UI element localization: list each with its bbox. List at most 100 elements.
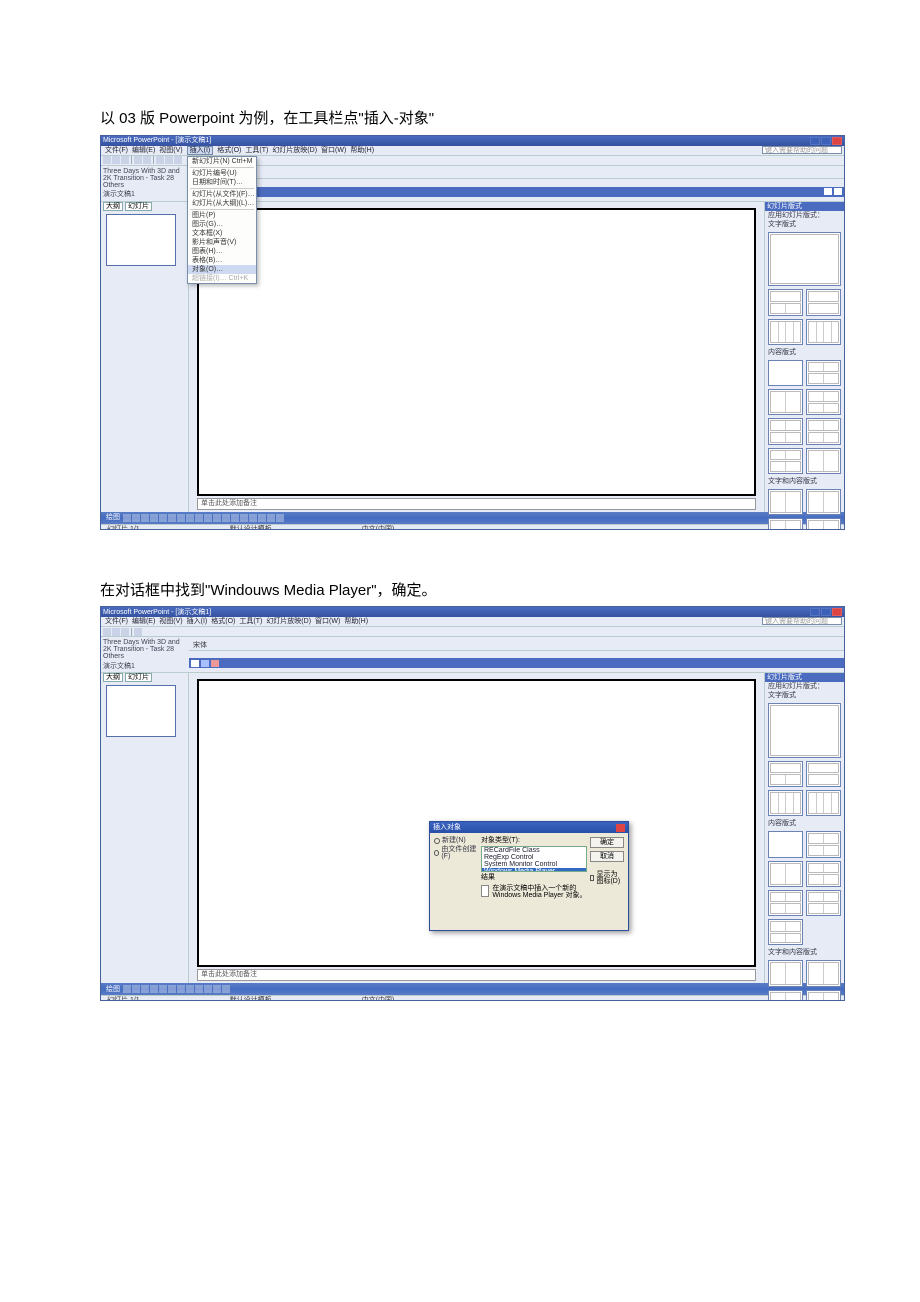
layout-title[interactable] [768,232,841,287]
tab-outline[interactable]: 大纲 [103,202,123,211]
ok-button[interactable]: 确定 [590,837,624,848]
slide-thumbnail-1[interactable] [106,214,176,266]
task-pane[interactable]: 幻灯片版式 应用幻灯片版式： 文字版式 内容版式 [764,673,844,983]
layout-c6[interactable] [768,448,803,474]
menu-insert[interactable]: 插入(I) [187,146,214,155]
menu-tools[interactable]: 工具(T) [245,147,268,154]
list-item-selected[interactable]: Windows Media Player [482,868,586,872]
copy-icon[interactable] [165,156,173,164]
format-toolbar-2[interactable]: 宋体 [189,641,844,651]
menu-bar[interactable]: 文件(F) 编辑(E) 视图(V) 插入(I) 格式(O) 工具(T) 幻灯片放… [101,617,844,627]
rect-icon[interactable] [150,985,158,993]
menu-help[interactable]: 帮助(H) [344,618,368,625]
linestyle-icon[interactable] [240,514,248,522]
layout-bullets[interactable] [806,289,841,315]
slide-canvas[interactable] [197,208,756,496]
layout-c4[interactable] [768,418,803,444]
preview-icon[interactable] [143,156,151,164]
dashstyle-icon[interactable] [249,514,257,522]
menu-view[interactable]: 视图(V) [159,618,182,625]
menu-format[interactable]: 格式(O) [211,618,235,625]
layout-tc2[interactable] [806,960,841,986]
insert-object-dialog[interactable]: 插入对象 新建(N) 由文件创建(F) 对象类型(T): RECardFile … [429,821,629,931]
layout-c2[interactable] [768,389,803,415]
design-icon[interactable] [824,188,832,195]
menu-slides-from-file[interactable]: 幻灯片(从文件)(F)… [188,190,256,199]
menu-new-slide[interactable]: 新幻灯片(N) Ctrl+M [188,157,256,166]
linecolor-icon[interactable] [222,514,230,522]
layout-cols[interactable] [768,319,803,345]
layout-blank[interactable] [768,360,803,386]
list-item[interactable]: RegExp Control [482,854,586,861]
fill-color-icon[interactable] [201,660,209,667]
layout-tc4[interactable] [806,518,841,530]
line-icon[interactable] [132,985,140,993]
open-icon[interactable] [112,156,120,164]
menu-chart[interactable]: 图表(H)… [188,247,256,256]
menu-slide-number[interactable]: 幻灯片编号(U) [188,169,256,178]
autoshape-icon[interactable] [123,985,131,993]
task-pane[interactable]: 幻灯片版式 应用幻灯片版式： 文字版式 内容版式 [764,202,844,512]
layout-c4[interactable] [768,890,803,916]
save-icon[interactable] [121,156,129,164]
layout-content[interactable] [806,360,841,386]
align-left-icon[interactable] [191,660,199,667]
wordart-icon[interactable] [177,514,185,522]
insert-dropdown[interactable]: 新幻灯片(N) Ctrl+M 幻灯片编号(U) 日期和时间(T)… 幻灯片(从文… [187,156,257,284]
font-color-icon[interactable] [211,660,219,667]
layout-tc3[interactable] [768,990,803,1002]
format-toolbar-3[interactable] [189,658,844,668]
menu-file[interactable]: 文件(F) [105,147,128,154]
tab-outline[interactable]: 大纲 [103,673,123,682]
menu-slides-from-outline[interactable]: 幻灯片(从大纲)(L)… [188,199,256,208]
menu-edit[interactable]: 编辑(E) [132,147,155,154]
menu-textbox[interactable]: 文本框(X) [188,229,256,238]
help-search[interactable]: 键入需要帮助的问题 [762,146,842,154]
drawing-toolbar[interactable]: 绘图 [101,983,844,995]
slide-panel[interactable]: 大纲 幻灯片 [101,202,189,512]
layout-c5[interactable] [806,890,841,916]
layout-blank[interactable] [768,831,803,857]
tab-slides[interactable]: 幻灯片 [125,673,152,682]
layout-c2[interactable] [768,861,803,887]
layout-c3[interactable] [806,389,841,415]
save-icon[interactable] [121,628,129,636]
clipart-icon[interactable] [186,985,194,993]
menu-file[interactable]: 文件(F) [105,618,128,625]
layout-c6[interactable] [768,919,803,945]
format-toolbar-2[interactable]: 宋体 [189,169,844,179]
layout-icon[interactable] [834,188,842,195]
menu-window[interactable]: 窗口(W) [321,147,346,154]
picture-icon[interactable] [204,514,212,522]
tab-slides[interactable]: 幻灯片 [125,202,152,211]
print-icon[interactable] [134,628,142,636]
oval-icon[interactable] [159,514,167,522]
open-icon[interactable] [112,628,120,636]
menu-diagram[interactable]: 图示(G)… [188,220,256,229]
layout-cols2[interactable] [806,319,841,345]
new-icon[interactable] [103,628,111,636]
notes-pane[interactable]: 单击此处添加备注 [197,498,756,510]
layout-c3[interactable] [806,861,841,887]
cancel-button[interactable]: 取消 [590,851,624,862]
diagram-icon[interactable] [186,514,194,522]
3d-icon[interactable] [276,514,284,522]
list-item[interactable]: System Monitor Control [482,861,586,868]
shadow-icon[interactable] [267,514,275,522]
maximize-button[interactable] [821,137,831,145]
maximize-button[interactable] [821,608,831,616]
linecolor-icon[interactable] [213,985,221,993]
layout-title[interactable] [768,703,841,758]
menu-help[interactable]: 帮助(H) [350,147,374,154]
menu-insert[interactable]: 插入(I) [187,618,208,625]
menu-format[interactable]: 格式(O) [217,147,241,154]
display-as-icon-check[interactable]: 显示为图标(D) [590,871,624,885]
menu-edit[interactable]: 编辑(E) [132,618,155,625]
fontcolor-icon[interactable] [222,985,230,993]
arrow-icon[interactable] [141,985,149,993]
paste-icon[interactable] [174,156,182,164]
radio-new[interactable]: 新建(N) [434,837,478,844]
fontcolor-icon[interactable] [231,514,239,522]
arrowstyle-icon[interactable] [258,514,266,522]
menu-datetime[interactable]: 日期和时间(T)… [188,178,256,187]
